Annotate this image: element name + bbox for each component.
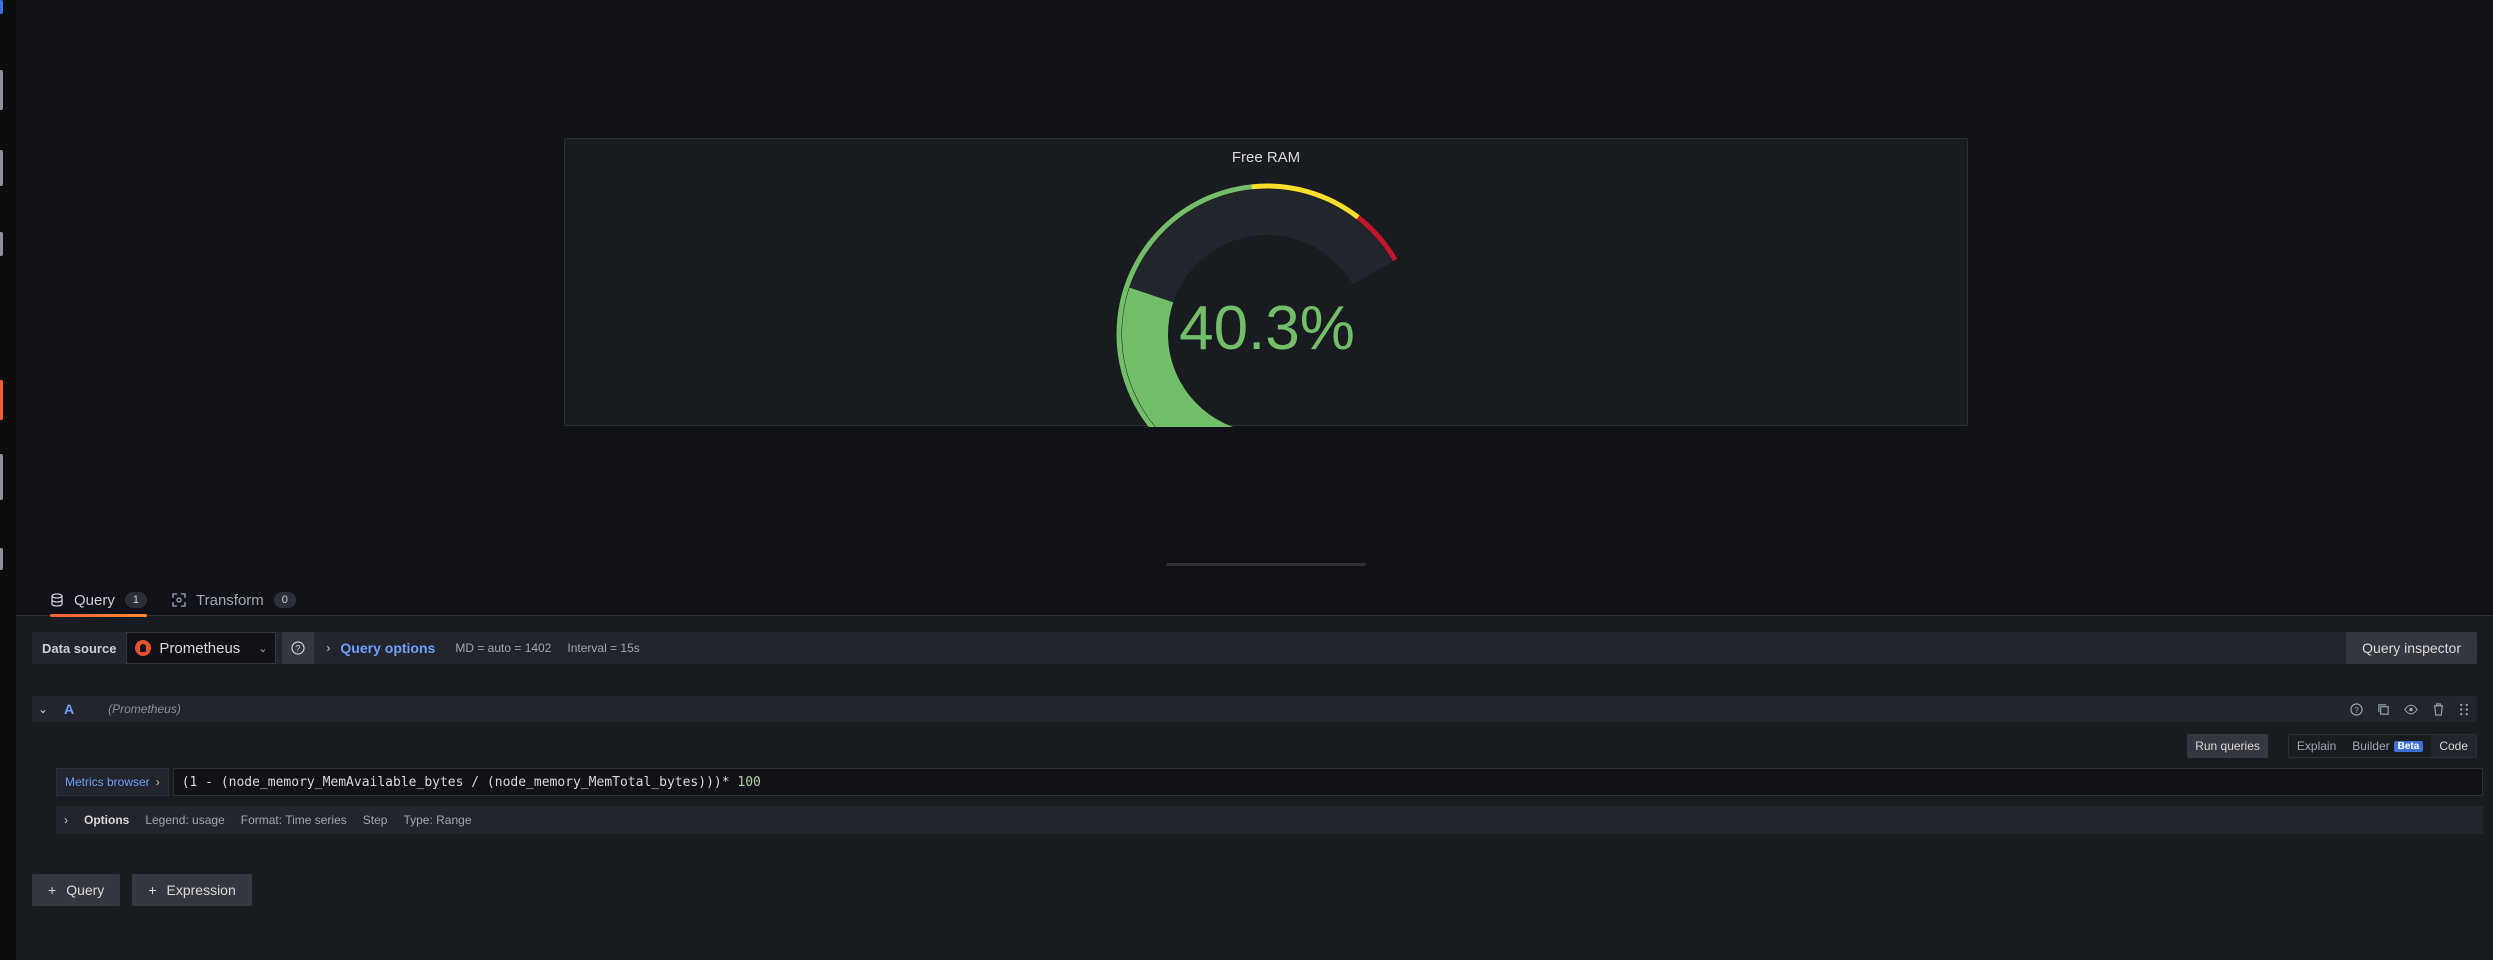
- add-query-label: Query: [66, 882, 105, 898]
- max-datapoints: MD = auto = 1402: [455, 641, 552, 655]
- query-editor: Query 1 Transform 0 Data source Promethe…: [16, 578, 2493, 960]
- main-area: Free RAM 40.3% Query 1 Transform 0 Data …: [16, 0, 2493, 960]
- nav-marker[interactable]: [0, 232, 3, 256]
- datasource-help-button[interactable]: ?: [282, 632, 315, 664]
- left-sidebar: [0, 0, 16, 960]
- options-type: Type: Range: [403, 813, 472, 827]
- chevron-down-icon: ⌄: [258, 642, 268, 655]
- nav-marker[interactable]: [0, 70, 3, 110]
- chevron-right-icon: ›: [155, 775, 160, 789]
- tab-query[interactable]: Query 1: [50, 584, 147, 617]
- nav-marker[interactable]: [0, 548, 3, 570]
- query-options[interactable]: › Query options MD = auto = 1402 Interva…: [326, 640, 639, 656]
- datasource-picker[interactable]: Prometheus ⌄: [126, 632, 277, 664]
- query-options-link[interactable]: Query options: [340, 640, 435, 656]
- nav-marker[interactable]: [0, 0, 3, 14]
- metrics-row: Metrics browser › (1 - (node_memory_MemA…: [56, 768, 2483, 796]
- drag-handle-icon[interactable]: [2459, 703, 2469, 716]
- resize-handle[interactable]: [1166, 563, 1366, 566]
- mode-builder-label: Builder: [2352, 739, 2390, 753]
- plus-icon: +: [148, 882, 157, 898]
- add-expression-label: Expression: [166, 882, 236, 898]
- metrics-browser-button[interactable]: Metrics browser ›: [56, 768, 169, 796]
- query-inspector-button[interactable]: Query inspector: [2346, 632, 2477, 664]
- mode-builder[interactable]: Builder Beta: [2344, 735, 2431, 757]
- query-header-row[interactable]: ⌄ A (Prometheus) ?: [32, 696, 2477, 722]
- options-title: Options: [84, 813, 130, 827]
- metrics-browser-label: Metrics browser: [65, 775, 150, 789]
- nav-marker[interactable]: [0, 150, 3, 186]
- query-expression: (1 - (node_memory_MemAvailable_bytes / (…: [181, 774, 738, 790]
- datasource-label: Data source: [32, 632, 127, 664]
- copy-icon[interactable]: [2377, 703, 2390, 716]
- add-query-button[interactable]: + Query: [32, 874, 121, 906]
- query-datasource-hint: (Prometheus): [108, 702, 181, 716]
- gauge: 40.3%: [1116, 183, 1398, 427]
- tab-counter: 0: [273, 592, 296, 608]
- options-row[interactable]: › Options Legend: usage Format: Time ser…: [56, 806, 2483, 834]
- add-buttons: + Query + Expression: [32, 874, 252, 906]
- prometheus-icon: [135, 640, 152, 656]
- options-legend: Legend: usage: [145, 813, 225, 827]
- chevron-right-icon: ›: [64, 813, 68, 827]
- help-icon[interactable]: ?: [2350, 702, 2363, 716]
- plus-icon: +: [48, 882, 57, 898]
- chevron-right-icon: ›: [326, 641, 331, 655]
- query-letter[interactable]: A: [64, 701, 74, 717]
- mode-code[interactable]: Code: [2431, 735, 2476, 757]
- query-code-input[interactable]: (1 - (node_memory_MemAvailable_bytes / (…: [172, 768, 2483, 796]
- options-step: Step: [362, 813, 388, 827]
- editor-tabs: Query 1 Transform 0: [16, 578, 2493, 617]
- editor-mode-toggle: Explain Builder Beta Code: [2287, 734, 2477, 758]
- datasource-selected: Prometheus: [159, 639, 241, 657]
- tab-label: Query: [74, 591, 115, 609]
- svg-text:?: ?: [296, 644, 301, 654]
- trash-icon[interactable]: [2432, 702, 2445, 716]
- gauge-panel[interactable]: Free RAM 40.3%: [564, 138, 1968, 427]
- run-queries-button[interactable]: Run queries: [2187, 734, 2268, 758]
- tab-label: Transform: [196, 591, 264, 609]
- query-actions: ?: [2350, 696, 2469, 722]
- nav-marker[interactable]: [0, 454, 3, 500]
- transform-icon: [172, 593, 186, 607]
- tab-transform[interactable]: Transform 0: [172, 584, 296, 616]
- add-expression-button[interactable]: + Expression: [132, 874, 252, 906]
- tab-counter: 1: [124, 592, 147, 608]
- mode-explain[interactable]: Explain: [2289, 735, 2344, 757]
- collapse-chevron-icon[interactable]: ⌄: [38, 702, 54, 716]
- gauge-value: 40.3%: [1179, 294, 1355, 363]
- database-icon: [51, 593, 63, 607]
- help-icon: ?: [291, 641, 306, 655]
- query-expression-number: 100: [737, 774, 761, 790]
- datasource-row: Data source Prometheus ⌄ ? › Query optio…: [32, 632, 2477, 664]
- svg-text:?: ?: [2354, 704, 2359, 714]
- interval: Interval = 15s: [567, 641, 640, 655]
- options-format: Format: Time series: [240, 813, 347, 827]
- run-row: Run queries Explain Builder Beta Code: [2187, 734, 2477, 758]
- nav-marker[interactable]: [0, 380, 3, 420]
- eye-icon[interactable]: [2404, 703, 2418, 716]
- beta-badge: Beta: [2393, 740, 2424, 752]
